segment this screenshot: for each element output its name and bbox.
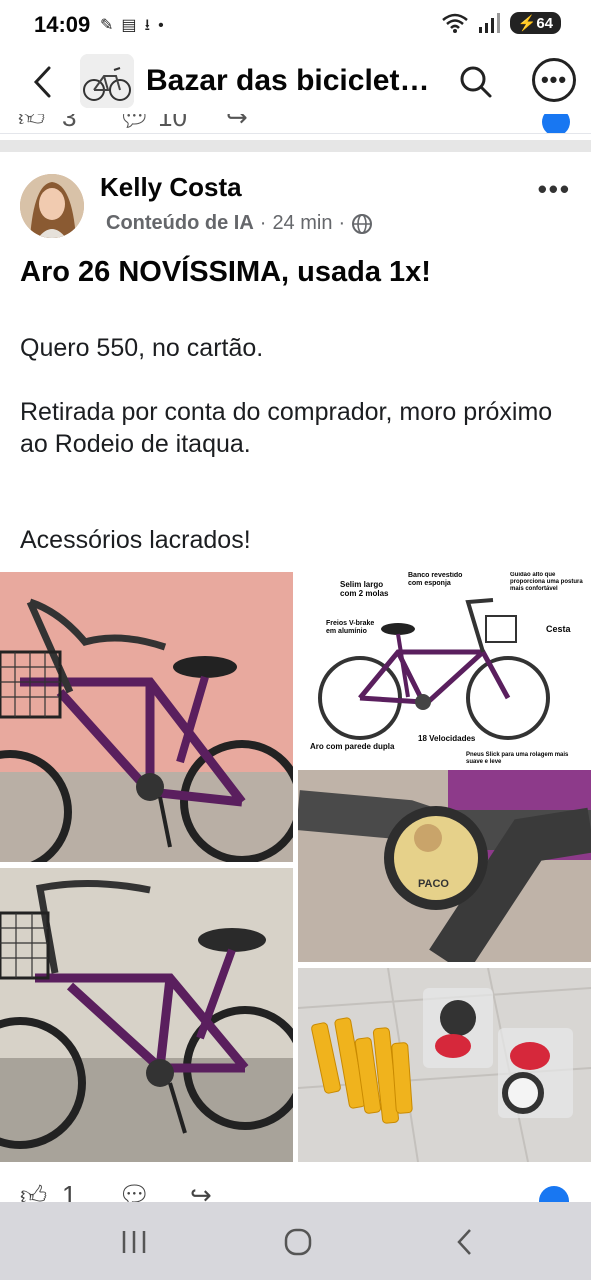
search-icon <box>460 66 492 98</box>
more-options-button[interactable]: ••• <box>532 58 576 102</box>
recent-apps-icon <box>122 1231 146 1253</box>
back-button[interactable] <box>22 62 62 102</box>
post-time[interactable]: 24 min <box>272 212 332 235</box>
back-arrow-icon <box>33 66 51 98</box>
previous-post-actions: 👍︎ 3 💬︎ 10 ↪ <box>0 114 591 134</box>
group-title[interactable]: Bazar das biciclet… <box>146 64 436 98</box>
reaction-badge-icon <box>542 114 570 133</box>
spec-label-brakes: Freios V-brake em alumínio <box>326 620 375 635</box>
avatar[interactable] <box>20 174 84 238</box>
group-header: Bazar das biciclet… ••• <box>0 50 591 114</box>
dot-icon: • <box>158 17 172 34</box>
leaf-icon: ✎ <box>100 17 122 34</box>
spec-label-tires: Pneus Slick para uma rolagem mais suave … <box>466 752 569 765</box>
spec-label-saddle: Selim largo com 2 molas <box>340 580 389 598</box>
wifi-icon <box>441 13 468 33</box>
status-time: 14:09 <box>34 12 91 37</box>
like-icon[interactable]: 👍︎ <box>18 114 45 133</box>
comment-icon[interactable]: 💬︎ <box>118 114 151 133</box>
notification-icons: ✎▤⭳• <box>100 14 172 41</box>
search-button[interactable] <box>456 62 496 102</box>
meta-separator-2: · <box>338 212 346 234</box>
recent-apps-button[interactable] <box>104 1222 164 1262</box>
spec-label-basket: Cesta <box>546 624 571 634</box>
battery-level: 64 <box>536 15 553 32</box>
post-options-button[interactable]: ••• <box>538 174 571 205</box>
spec-label-speeds: 18 Velocidades <box>418 734 476 743</box>
spec-label-saddle-top: Banco revestido com esponja <box>408 572 463 587</box>
signal-icon <box>478 13 500 33</box>
system-back-button[interactable] <box>434 1222 494 1262</box>
share-icon[interactable]: ↪ <box>226 114 248 133</box>
post-actions: 👍︎ 1 💬︎ ↪ <box>0 1176 591 1202</box>
post-paragraph: Acessórios lacrados! <box>20 526 251 554</box>
photo-bike-sidewalk[interactable] <box>0 868 293 1162</box>
photo-gallery: Selim largo com 2 molas Banco revestido … <box>0 572 591 1164</box>
photo-bell-closeup[interactable]: PACO <box>298 770 591 962</box>
more-icon: ••• <box>540 67 568 92</box>
photo-accessories[interactable] <box>298 968 591 1162</box>
post-meta: Conteúdo de IA · 24 min · <box>106 212 373 235</box>
reaction-summary-icon <box>539 1186 569 1202</box>
home-icon <box>284 1228 312 1256</box>
battery-icon: ⚡64 <box>509 12 561 34</box>
like-button-icon[interactable]: 👍︎ <box>20 1180 47 1202</box>
pdf-icon: ▤ <box>121 17 145 34</box>
home-button[interactable] <box>268 1222 328 1262</box>
meta-separator: · <box>259 212 267 234</box>
comment-button-icon[interactable]: 💬︎ <box>118 1180 151 1202</box>
post-divider <box>0 140 591 152</box>
system-icons: ⚡64 <box>441 12 561 34</box>
previous-comments-count: 10 <box>158 114 187 132</box>
post-headline: Aro 26 NOVÍSSIMA, usada 1x! <box>20 256 431 288</box>
post-paragraph: Retirada por conta do comprador, moro pr… <box>20 398 553 458</box>
chevron-left-icon <box>457 1229 471 1255</box>
share-button-icon[interactable]: ↪ <box>190 1180 212 1202</box>
system-nav-bar <box>0 1202 591 1280</box>
bell-brand-label: PACO <box>418 878 449 890</box>
previous-likes-count: 3 <box>62 114 77 132</box>
post-paragraph: Quero 550, no cartão. <box>20 334 264 362</box>
reactions-count: 1 <box>62 1180 77 1202</box>
globe-icon <box>352 213 373 234</box>
ai-content-label[interactable]: Conteúdo de IA <box>106 212 254 235</box>
download-icon: ⭳ <box>144 17 159 34</box>
photo-bike-pink-wall[interactable] <box>0 572 293 862</box>
spec-label-rim: Aro com parede dupla <box>310 742 395 751</box>
post-body: Quero 550, no cartão. Retirada por conta… <box>20 332 575 588</box>
group-thumbnail[interactable] <box>80 54 134 108</box>
photo-spec-diagram[interactable]: Selim largo com 2 molas Banco revestido … <box>298 572 591 766</box>
status-bar: 14:09 ✎▤⭳• ⚡64 <box>0 0 591 50</box>
author-name[interactable]: Kelly Costa <box>100 172 242 203</box>
spec-label-handlebar: Guidão alto que proporciona uma postura … <box>510 572 583 592</box>
